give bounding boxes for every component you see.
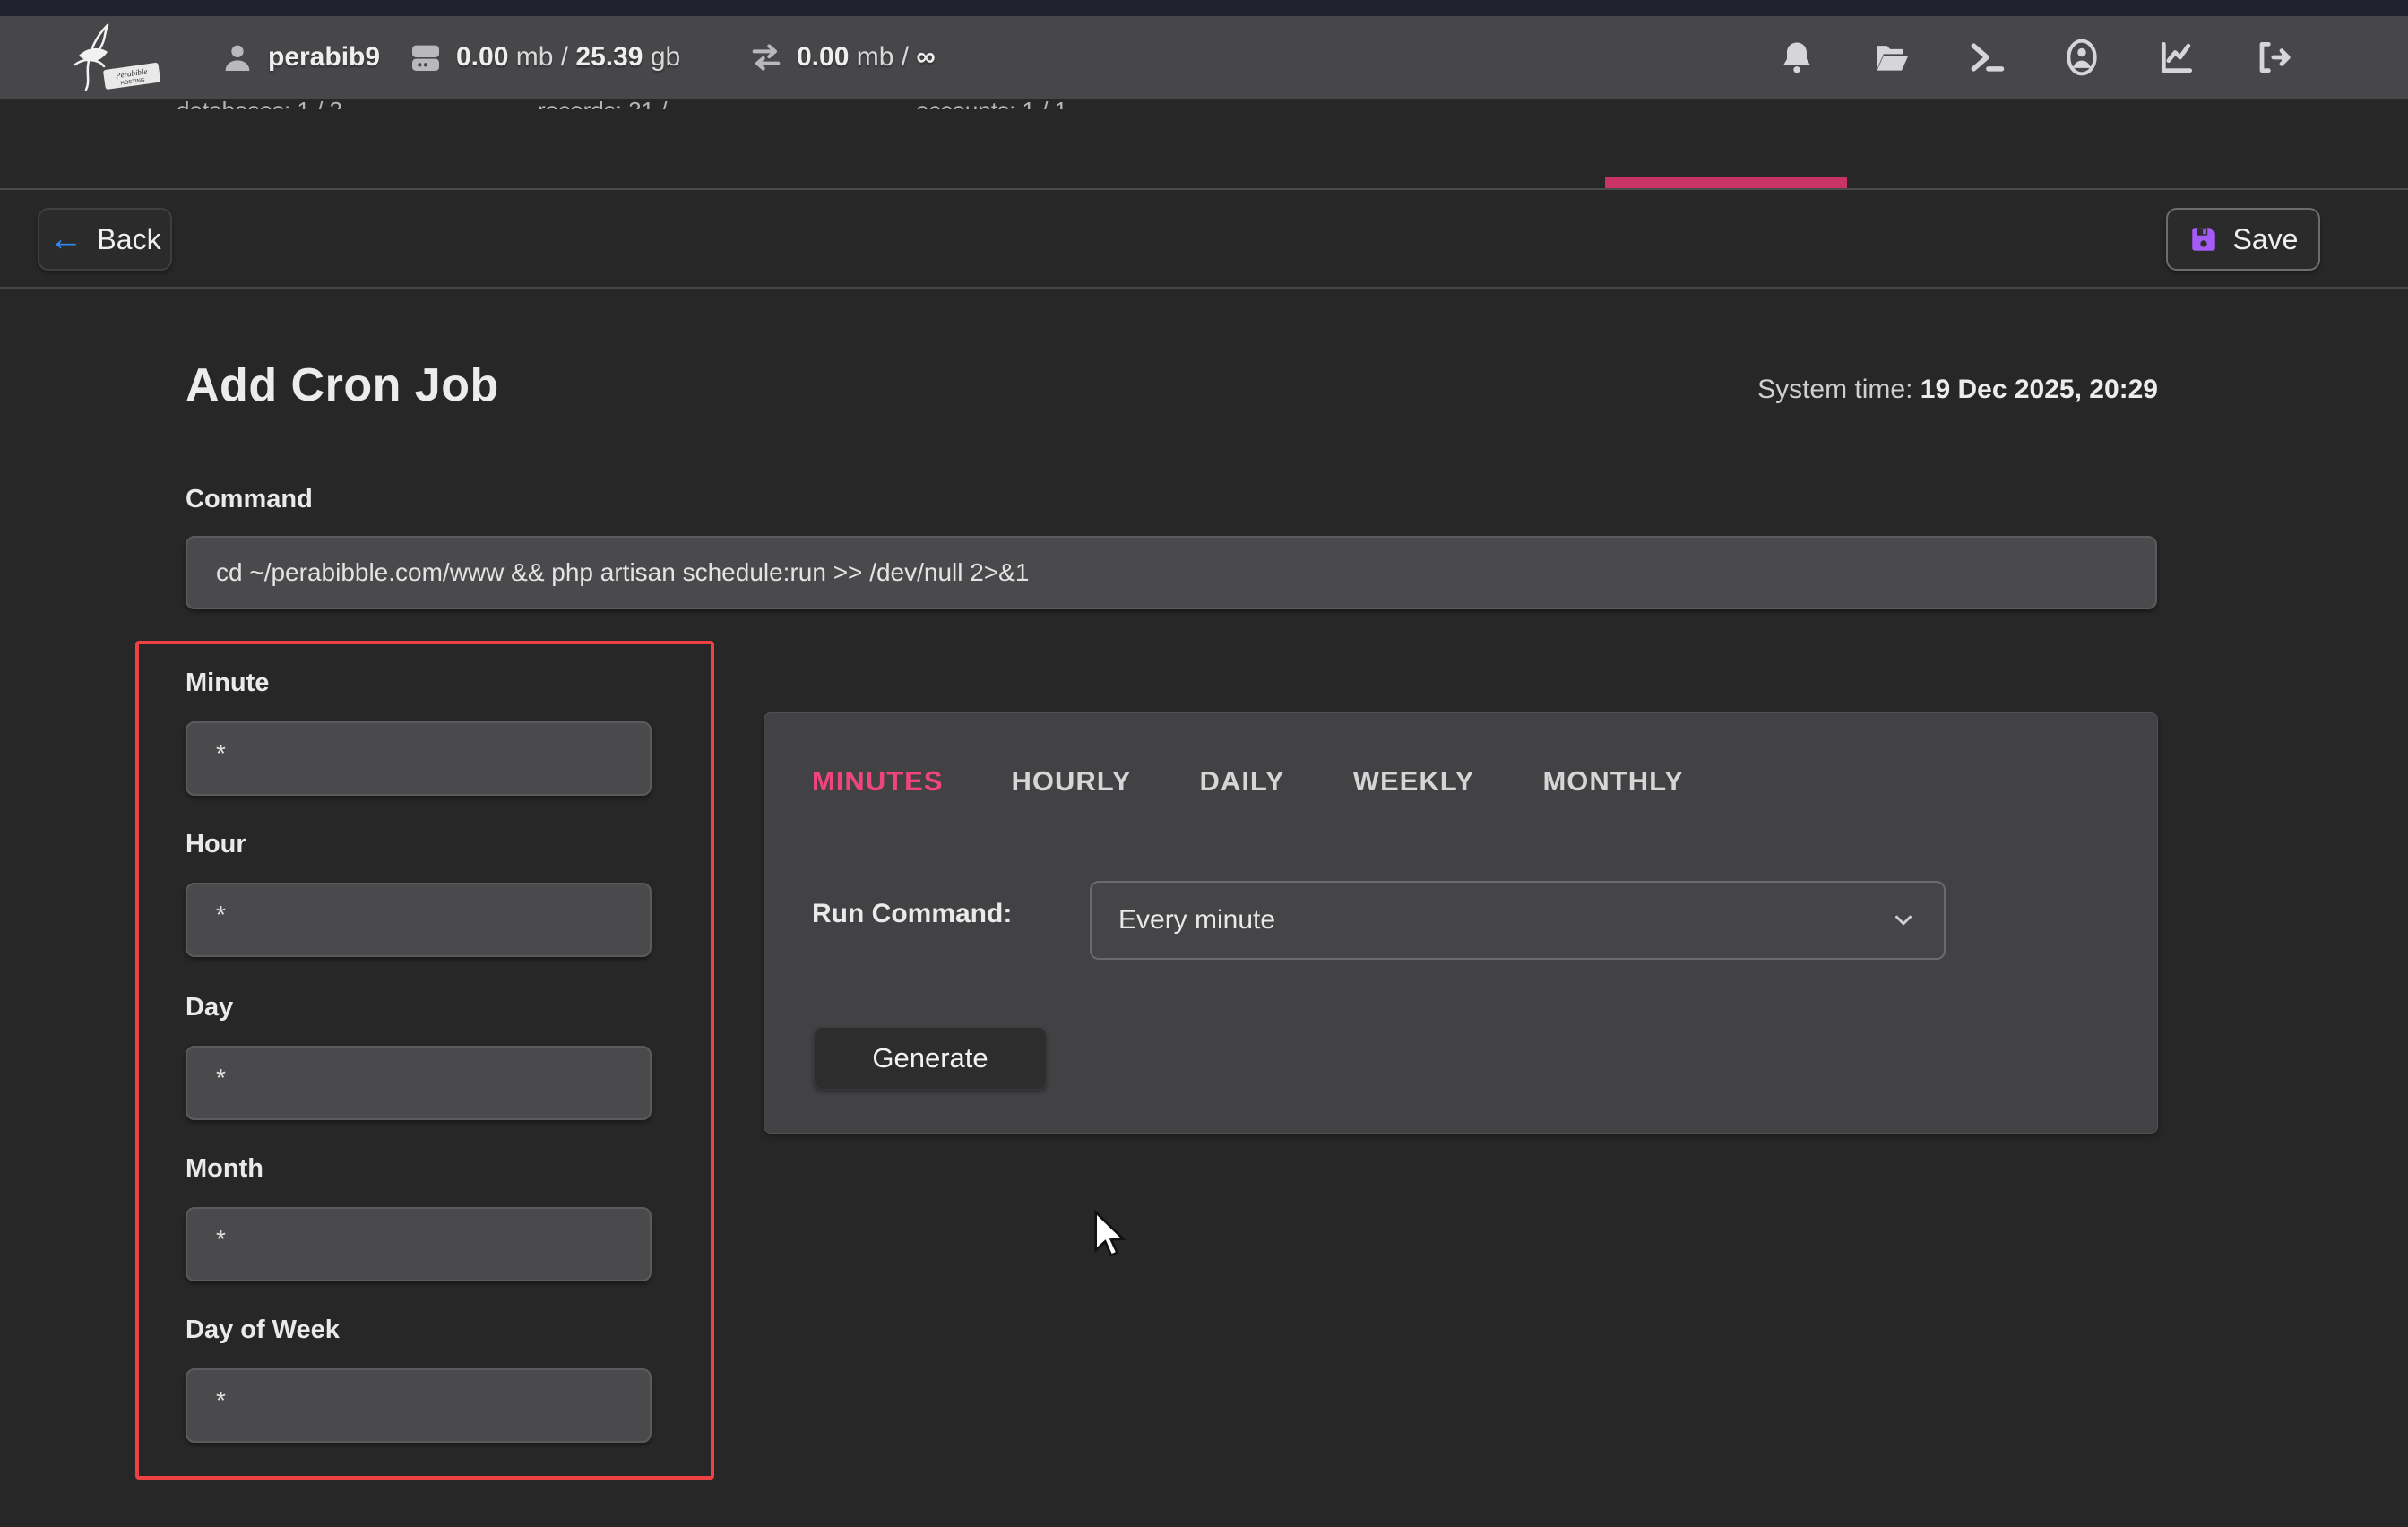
command-value: cd ~/perabibble.com/www && php artisan s…	[216, 558, 1029, 587]
notifications-bell-icon[interactable]	[1777, 38, 1817, 77]
command-label: Command	[186, 485, 313, 514]
storage-total-unit: gb	[643, 42, 680, 72]
month-value: *	[216, 1225, 226, 1254]
stat-records: records: 21 /	[538, 97, 668, 109]
minute-label: Minute	[186, 669, 269, 698]
tab-daily[interactable]: DAILY	[1200, 765, 1285, 798]
system-time-value: 19 Dec 2025, 20:29	[1920, 375, 2158, 404]
cron-job-page: databases: 1 / 2 records: 21 / accounts:…	[0, 0, 2408, 1527]
day-of-week-input[interactable]: *	[186, 1368, 652, 1443]
topbar-user[interactable]: perabib9	[220, 39, 380, 75]
brand-logo[interactable]: Perabible HOSTING	[52, 20, 168, 95]
statistics-chart-icon[interactable]	[2157, 38, 2197, 77]
tab-minutes[interactable]: MINUTES	[812, 765, 944, 798]
run-command-selected-value: Every minute	[1118, 905, 1890, 936]
cron-generator-panel: MINUTES HOURLY DAILY WEEKLY MONTHLY Run …	[764, 712, 2158, 1134]
clipped-stats-row: databases: 1 / 2 records: 21 / accounts:…	[0, 97, 2408, 109]
day-label: Day	[186, 993, 233, 1022]
topbar-bandwidth: 0.00 mb / ∞	[748, 39, 936, 75]
hour-label: Hour	[186, 830, 246, 859]
transfer-arrows-icon	[748, 39, 784, 75]
tab-hourly[interactable]: HOURLY	[1012, 765, 1132, 798]
tab-weekly[interactable]: WEEKLY	[1353, 765, 1475, 798]
day-input[interactable]: *	[186, 1046, 652, 1120]
stat-databases: databases: 1 / 2	[177, 97, 342, 109]
storage-used: 0.00	[456, 42, 508, 72]
stat-accounts: accounts: 1 / 1	[916, 97, 1067, 109]
generate-button-label: Generate	[872, 1042, 988, 1074]
chevron-down-icon	[1890, 907, 1917, 934]
hour-value: *	[216, 901, 226, 929]
save-floppy-icon	[2188, 224, 2219, 254]
active-tab-underline	[1605, 177, 1847, 188]
bandwidth-sep: mb /	[849, 42, 916, 72]
save-button-label: Save	[2233, 223, 2299, 256]
day-of-week-label: Day of Week	[186, 1316, 340, 1345]
storage-sep: mb /	[508, 42, 575, 72]
back-arrow-icon: ←	[48, 222, 82, 256]
bandwidth-used: 0.00	[797, 42, 849, 72]
save-button[interactable]: Save	[2166, 208, 2320, 271]
system-time-label: System time:	[1757, 375, 1920, 404]
month-label: Month	[186, 1154, 263, 1184]
divider	[0, 188, 2408, 190]
user-icon	[220, 39, 255, 75]
minute-input[interactable]: *	[186, 721, 652, 796]
command-input[interactable]: cd ~/perabibble.com/www && php artisan s…	[186, 536, 2157, 609]
page-title: Add Cron Job	[186, 358, 499, 412]
logout-icon[interactable]	[2252, 38, 2291, 77]
divider	[0, 287, 2408, 289]
back-button-label: Back	[97, 223, 160, 256]
day-of-week-value: *	[216, 1386, 226, 1415]
hour-input[interactable]: *	[186, 883, 652, 957]
month-input[interactable]: *	[186, 1207, 652, 1281]
generate-button[interactable]: Generate	[814, 1027, 1047, 1090]
window-top-strip	[0, 0, 2408, 16]
minute-value: *	[216, 739, 226, 768]
storage-total: 25.39	[575, 42, 643, 72]
back-button[interactable]: ← Back	[38, 208, 172, 271]
account-icon[interactable]	[2062, 38, 2102, 77]
bandwidth-total: ∞	[916, 42, 935, 72]
file-manager-folder-icon[interactable]	[1872, 38, 1912, 77]
username: perabib9	[268, 42, 380, 72]
day-value: *	[216, 1064, 226, 1092]
run-command-select[interactable]: Every minute	[1090, 881, 1946, 960]
tab-monthly[interactable]: MONTHLY	[1542, 765, 1683, 798]
run-command-label: Run Command:	[812, 899, 1012, 929]
mouse-cursor	[1089, 1209, 1130, 1264]
generator-tabs: MINUTES HOURLY DAILY WEEKLY MONTHLY	[812, 765, 1684, 798]
topbar-actions	[1777, 16, 2291, 99]
system-time: System time: 19 Dec 2025, 20:29	[1757, 375, 2158, 405]
topbar-storage: 0.00 mb / 25.39 gb	[408, 39, 680, 75]
disk-icon	[408, 39, 444, 75]
terminal-icon[interactable]	[1967, 38, 2007, 77]
